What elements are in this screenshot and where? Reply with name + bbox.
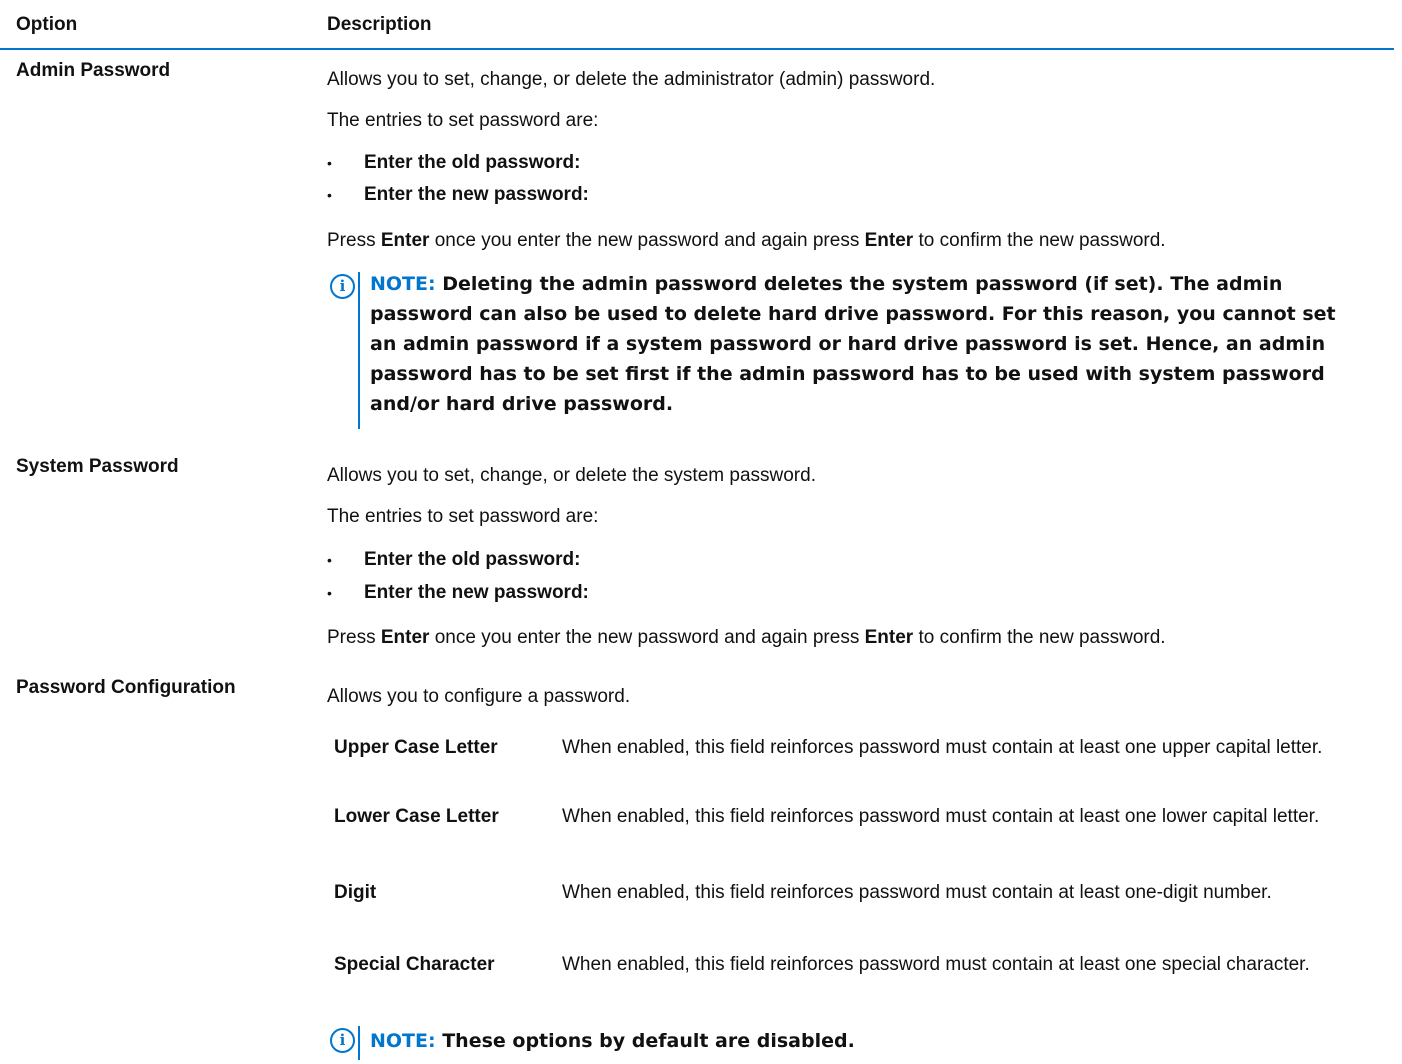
note-label: NOTE: xyxy=(370,273,436,295)
config-note-text: NOTE: These options by default are disab… xyxy=(370,1026,855,1056)
note-divider xyxy=(358,272,360,429)
note-divider xyxy=(358,1026,360,1060)
key-enter: Enter xyxy=(864,230,914,251)
note-line: and/or hard drive password. xyxy=(370,393,674,415)
table-header: Option Description xyxy=(0,0,1394,50)
column-header-description: Description xyxy=(327,14,432,35)
system-entries-intro: The entries to set password are: xyxy=(327,506,599,527)
system-press-enter: Press Enter once you enter the new passw… xyxy=(327,627,1166,649)
config-item-lower-case-desc: When enabled, this field reinforces pass… xyxy=(562,806,1320,827)
info-icon: i xyxy=(330,1028,355,1053)
config-description: Allows you to configure a password. xyxy=(327,686,631,707)
note-label: NOTE: xyxy=(370,1030,436,1052)
system-description: Allows you to set, change, or delete the… xyxy=(327,465,816,486)
option-admin-password: Admin Password xyxy=(16,60,171,81)
info-icon: i xyxy=(330,274,355,299)
note-line-text: Deleting the admin password deletes the … xyxy=(435,273,1283,295)
config-item-digit: Digit xyxy=(334,882,377,903)
admin-description: Allows you to set, change, or delete the… xyxy=(327,69,936,90)
admin-entries-intro: The entries to set password are: xyxy=(327,110,599,131)
bullet-marker: • xyxy=(327,552,332,568)
bullet-marker: • xyxy=(327,187,332,203)
admin-bullet-new: Enter the new password: xyxy=(364,184,589,205)
config-item-upper-case: Upper Case Letter xyxy=(334,737,498,758)
config-item-upper-case-desc: When enabled, this field reinforces pass… xyxy=(562,737,1323,758)
bullet-marker: • xyxy=(327,585,332,601)
note-line: password can also be used to delete hard… xyxy=(370,303,1336,325)
bullet-marker: • xyxy=(327,155,332,171)
key-enter: Enter xyxy=(864,627,914,648)
system-bullet-new: Enter the new password: xyxy=(364,582,589,603)
config-item-special-character-desc: When enabled, this field reinforces pass… xyxy=(562,954,1310,975)
text: Press xyxy=(327,230,381,251)
option-system-password: System Password xyxy=(16,456,179,477)
text: once you enter the new password and agai… xyxy=(429,230,865,251)
note-line: password has to be set first if the admi… xyxy=(370,363,1325,385)
text: to confirm the new password. xyxy=(913,230,1166,251)
key-enter: Enter xyxy=(380,230,430,251)
text: to confirm the new password. xyxy=(913,627,1166,648)
note-line: NOTE: Deleting the admin password delete… xyxy=(370,269,1390,299)
key-enter: Enter xyxy=(380,627,430,648)
system-bullet-old: Enter the old password: xyxy=(364,549,581,570)
admin-note-text: NOTE: Deleting the admin password delete… xyxy=(370,269,1390,419)
config-item-special-character: Special Character xyxy=(334,954,495,975)
admin-bullet-old: Enter the old password: xyxy=(364,152,581,173)
admin-press-enter: Press Enter once you enter the new passw… xyxy=(327,230,1166,252)
text: Press xyxy=(327,627,381,648)
note-body: These options by default are disabled. xyxy=(435,1030,855,1052)
option-password-configuration: Password Configuration xyxy=(16,677,236,698)
note-line: an admin password if a system password o… xyxy=(370,333,1326,355)
config-item-digit-desc: When enabled, this field reinforces pass… xyxy=(562,882,1272,903)
column-header-option: Option xyxy=(16,14,78,35)
config-item-lower-case: Lower Case Letter xyxy=(334,806,499,827)
text: once you enter the new password and agai… xyxy=(429,627,865,648)
